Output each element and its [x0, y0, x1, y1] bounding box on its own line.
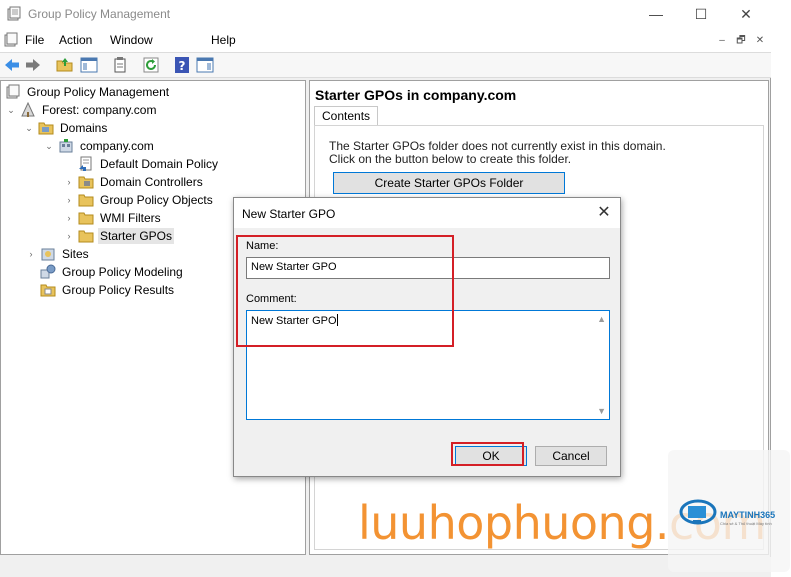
tree-label: Forest: company.com: [42, 103, 157, 117]
status-bar: [0, 557, 771, 577]
back-arrow-icon[interactable]: [3, 56, 21, 74]
tree-node-sites[interactable]: › Sites: [25, 245, 91, 263]
tree-label: Group Policy Management: [27, 85, 170, 99]
window-title: Group Policy Management: [28, 7, 171, 21]
tree-label: Group Policy Results: [62, 283, 175, 297]
tree-label: Starter GPOs: [98, 228, 175, 244]
tree-node-group-policy-objects[interactable]: › Group Policy Objects: [63, 191, 215, 209]
monitor-logo-icon: [679, 499, 717, 525]
chevron-right-icon[interactable]: ›: [63, 194, 75, 206]
chevron-right-icon[interactable]: ›: [63, 176, 75, 188]
system-menu-icon[interactable]: [3, 32, 19, 48]
maximize-button[interactable]: ☐: [686, 4, 716, 24]
folder-icon: [78, 194, 94, 207]
sites-icon: [41, 248, 55, 261]
tree-label: Domains: [60, 121, 108, 135]
mdi-close-button[interactable]: ✕: [753, 34, 767, 48]
show-action-pane-icon[interactable]: [196, 56, 214, 74]
tree-label: Group Policy Objects: [100, 193, 213, 207]
menu-bar: File Action Window Help – 🗗 ✕: [0, 28, 771, 52]
scroll-down-icon[interactable]: ▼: [597, 406, 606, 416]
info-message-line1: The Starter GPOs folder does not current…: [329, 139, 666, 153]
forward-arrow-icon[interactable]: [24, 56, 42, 74]
mdi-minimize-button[interactable]: –: [715, 34, 729, 48]
tree-node-default-domain-policy[interactable]: Default Domain Policy: [78, 155, 220, 173]
domain-icon: [59, 139, 73, 153]
tree-label: Domain Controllers: [100, 175, 203, 189]
gpm-icon: [6, 84, 20, 99]
chevron-right-icon[interactable]: ›: [63, 230, 75, 242]
chevron-down-icon[interactable]: ⌄: [43, 140, 55, 152]
help-icon[interactable]: ?: [173, 56, 191, 74]
tree-label: Group Policy Modeling: [62, 265, 183, 279]
close-window-button[interactable]: ✕: [731, 4, 761, 24]
tree-label: company.com: [80, 139, 154, 153]
menu-file[interactable]: File: [25, 33, 44, 47]
svg-text:?: ?: [179, 59, 186, 73]
chevron-down-icon[interactable]: ⌄: [5, 104, 17, 116]
logo-brand-text: MAYTINH365: [720, 510, 776, 520]
ou-folder-icon: [78, 176, 94, 189]
up-folder-icon[interactable]: [56, 56, 74, 74]
tree-label: WMI Filters: [100, 211, 161, 225]
tree-label: Default Domain Policy: [100, 157, 219, 171]
minimize-button[interactable]: —: [641, 4, 671, 24]
title-bar[interactable]: Group Policy Management — ☐ ✕: [0, 0, 771, 28]
folder-icon: [78, 230, 94, 243]
mdi-restore-button[interactable]: 🗗: [734, 34, 748, 48]
tab-contents[interactable]: Contents: [314, 106, 379, 126]
dialog-title-bar[interactable]: New Starter GPO ✕: [234, 198, 620, 228]
tree-node-domains[interactable]: ⌄ Domains: [23, 119, 109, 137]
scroll-up-icon[interactable]: ▲: [597, 314, 606, 324]
watermark-logo: MAYTINH365 Chia sẻ & Thủ thuật Máy tính: [668, 450, 790, 572]
folder-icon: [78, 212, 94, 225]
info-message-line2: Click on the button below to create this…: [329, 152, 572, 166]
chevron-right-icon[interactable]: ›: [25, 248, 37, 260]
tree-node-domain-controllers[interactable]: › Domain Controllers: [63, 173, 205, 191]
tree-node-gp-results[interactable]: Group Policy Results: [40, 281, 176, 299]
chevron-right-icon[interactable]: ›: [63, 212, 75, 224]
gpm-app-icon: [7, 6, 21, 21]
tree-node-gpm[interactable]: Group Policy Management: [5, 83, 171, 101]
results-icon: [40, 284, 56, 297]
forest-icon: [21, 102, 35, 117]
cancel-button[interactable]: Cancel: [535, 446, 607, 466]
modeling-icon: [40, 264, 56, 279]
menu-help[interactable]: Help: [211, 33, 236, 47]
refresh-icon[interactable]: [142, 56, 160, 74]
tree-label: Sites: [62, 247, 89, 261]
menu-action[interactable]: Action: [59, 33, 92, 47]
tree-node-starter-gpos[interactable]: › Starter GPOs: [63, 227, 175, 245]
tree-node-forest[interactable]: ⌄ Forest: company.com: [5, 101, 158, 119]
tree-node-company[interactable]: ⌄ company.com: [43, 137, 156, 155]
properties-icon[interactable]: [111, 56, 129, 74]
menu-window[interactable]: Window: [110, 33, 153, 47]
close-icon[interactable]: ✕: [594, 203, 614, 223]
details-title: Starter GPOs in company.com: [315, 87, 517, 103]
highlight-name-comment: [236, 235, 454, 347]
show-hide-tree-icon[interactable]: [80, 56, 98, 74]
folder-icon: [38, 122, 54, 135]
gpo-link-icon: [79, 156, 92, 171]
dialog-title: New Starter GPO: [242, 207, 336, 221]
logo-sub-text: Chia sẻ & Thủ thuật Máy tính: [720, 521, 772, 526]
toolbar: ?: [0, 52, 771, 78]
tree-node-wmi-filters[interactable]: › WMI Filters: [63, 209, 163, 227]
tree-node-gp-modeling[interactable]: Group Policy Modeling: [40, 263, 185, 281]
create-starter-gpos-folder-button[interactable]: Create Starter GPOs Folder: [333, 172, 565, 194]
chevron-down-icon[interactable]: ⌄: [23, 122, 35, 134]
highlight-ok-button: [451, 442, 524, 466]
